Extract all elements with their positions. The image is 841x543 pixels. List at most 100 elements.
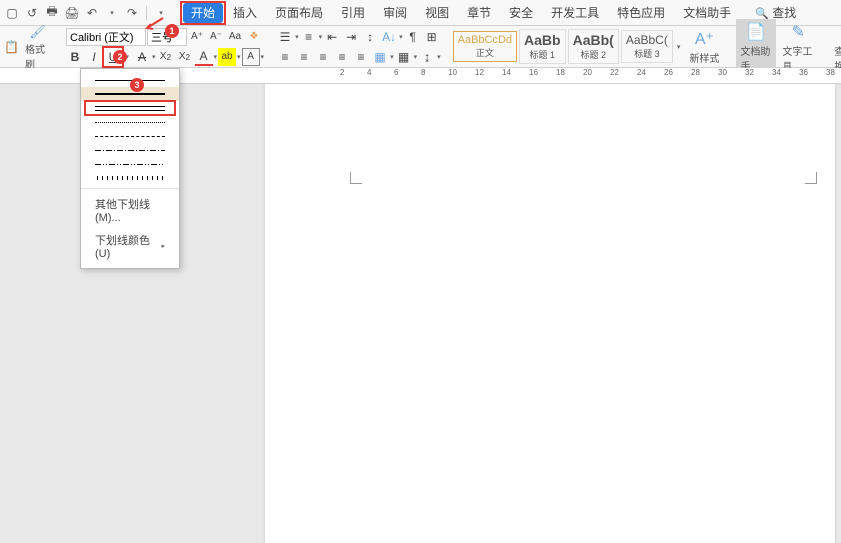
tab-references[interactable]: 引用 — [333, 1, 373, 24]
callout-box-3 — [84, 100, 176, 116]
tab-page-layout[interactable]: 页面布局 — [267, 1, 331, 24]
doc-helper-button[interactable]: 📄 文档助手 — [736, 19, 776, 75]
tab-dev-tools[interactable]: 开发工具 — [543, 1, 607, 24]
redo-icon[interactable]: ↷ — [124, 5, 140, 21]
chevron-right-icon: ▸ — [161, 242, 165, 250]
paragraph-group: ☰▾ ≡▾ ⇤ ⇥ ↕ A↓▾ ¶ ⊞ ≡ ≡ ≡ ≡ ≡ ▦▾ ▦▾ ↨▾ — [276, 28, 441, 66]
font-color-button[interactable]: A — [195, 48, 213, 66]
ruler-tick: 36 — [799, 68, 808, 77]
indent-inc-icon[interactable]: ⇥ — [342, 28, 360, 46]
subscript-button[interactable]: X2 — [157, 48, 175, 66]
find-replace-button[interactable]: 🔍 查找替换 — [830, 19, 841, 75]
styles-gallery: AaBbCcDd 正文 AaBb 标题 1 AaBb( 标题 2 AaBbC( … — [453, 29, 683, 64]
margin-corner-left — [350, 172, 362, 184]
format-painter-label: 格式刷 — [25, 41, 50, 71]
print-icon[interactable]: 🖨 — [64, 5, 80, 21]
tab-review[interactable]: 审阅 — [375, 1, 415, 24]
tab-special-apps[interactable]: 特色应用 — [609, 1, 673, 24]
ruler-tick: 4 — [367, 68, 371, 77]
tabs-icon[interactable]: ⊞ — [423, 28, 441, 46]
text-tool-button[interactable]: ✎ 文字工具 — [778, 19, 818, 75]
ruler-tick: 6 — [394, 68, 398, 77]
ruler-tick: 20 — [583, 68, 592, 77]
ruler-tick: 22 — [610, 68, 619, 77]
ruler-tick: 18 — [556, 68, 565, 77]
align-left-icon[interactable]: ≡ — [276, 48, 294, 66]
document-page[interactable] — [265, 84, 835, 543]
clear-format-icon[interactable]: ❖ — [245, 28, 263, 46]
tab-insert[interactable]: 插入 — [225, 1, 265, 24]
brush-icon: 🖌 — [29, 23, 47, 41]
paragraph-marks-icon[interactable]: ¶ — [404, 28, 422, 46]
font-name-select[interactable] — [66, 28, 146, 46]
bullets-icon[interactable]: ☰ — [276, 28, 294, 46]
ruler-tick: 8 — [421, 68, 425, 77]
underline-dashdotdot[interactable] — [81, 157, 179, 171]
tab-view[interactable]: 视图 — [417, 1, 457, 24]
style-heading3[interactable]: AaBbC( 标题 3 — [621, 30, 673, 63]
paste-icon[interactable]: 📋 — [4, 38, 19, 56]
line-spacing-icon[interactable]: ↕ — [361, 28, 379, 46]
underline-dotted[interactable] — [81, 115, 179, 129]
new-style-icon: A⁺ — [693, 28, 715, 50]
superscript-button[interactable]: X2 — [176, 48, 194, 66]
tab-chapter[interactable]: 章节 — [459, 1, 499, 24]
align-center-icon[interactable]: ≡ — [295, 48, 313, 66]
callout-2: 2 — [113, 50, 127, 64]
new-style-button[interactable]: A⁺ 新样式 — [684, 26, 724, 67]
underline-more[interactable]: 其他下划线(M)... — [81, 192, 179, 228]
align-justify-icon[interactable]: ≡ — [333, 48, 351, 66]
ruler-tick: 38 — [826, 68, 835, 77]
save-icon[interactable]: 🖶 — [44, 5, 60, 21]
tab-doc-helper[interactable]: 文档助手 — [675, 1, 739, 24]
font-increase-icon[interactable]: A⁺ — [188, 28, 206, 46]
char-border-button[interactable]: A — [242, 48, 260, 66]
borders-icon[interactable]: ▦ — [395, 48, 413, 66]
align-right-icon[interactable]: ≡ — [314, 48, 332, 66]
new-doc-icon[interactable]: ▢ — [4, 5, 20, 21]
strike-button[interactable]: A — [133, 48, 151, 66]
para-spacing-icon[interactable]: ↨ — [418, 48, 436, 66]
ruler-tick: 34 — [772, 68, 781, 77]
bold-button[interactable]: B — [66, 48, 84, 66]
text-tool-icon: ✎ — [787, 21, 809, 43]
shading-icon[interactable]: ▦ — [371, 48, 389, 66]
highlight-dropdown-icon[interactable]: ▾ — [237, 53, 241, 61]
style-normal[interactable]: AaBbCcDd 正文 — [453, 31, 517, 62]
highlight-button[interactable]: ab — [218, 48, 236, 66]
underline-double[interactable] — [81, 101, 179, 115]
format-painter-button[interactable]: 🖌 格式刷 — [21, 21, 54, 73]
font-color-dropdown-icon[interactable]: ▾ — [214, 53, 218, 61]
underline-dashed[interactable] — [81, 129, 179, 143]
sort-icon[interactable]: A↓ — [380, 28, 398, 46]
char-border-dropdown-icon[interactable]: ▾ — [261, 53, 265, 61]
callout-box-1 — [180, 1, 226, 25]
ruler-tick: 28 — [691, 68, 700, 77]
menu-separator — [81, 188, 179, 189]
ruler-tick: 12 — [475, 68, 484, 77]
change-case-icon[interactable]: Aa — [226, 28, 244, 46]
undo-dropdown-icon[interactable]: ▾ — [104, 5, 120, 21]
ruler-tick: 32 — [745, 68, 754, 77]
tab-security[interactable]: 安全 — [501, 1, 541, 24]
ruler-tick: 24 — [637, 68, 646, 77]
styles-expand-icon[interactable]: ▾ — [677, 43, 681, 51]
ruler-tick: 2 — [340, 68, 344, 77]
italic-button[interactable]: I — [85, 48, 103, 66]
ruler-tick: 26 — [664, 68, 673, 77]
style-heading2[interactable]: AaBb( 标题 2 — [568, 29, 619, 64]
style-heading1[interactable]: AaBb 标题 1 — [519, 29, 566, 64]
undo-icon[interactable]: ↶ — [84, 5, 100, 21]
numbering-icon[interactable]: ≡ — [300, 28, 318, 46]
align-distribute-icon[interactable]: ≡ — [352, 48, 370, 66]
strike-dropdown-icon[interactable]: ▾ — [152, 53, 156, 61]
underline-dashdot[interactable] — [81, 143, 179, 157]
callout-3: 3 — [130, 78, 144, 92]
callout-1: 1 — [165, 24, 179, 38]
doc-helper-icon: 📄 — [745, 21, 767, 43]
font-decrease-icon[interactable]: A⁻ — [207, 28, 225, 46]
underline-color[interactable]: 下划线颜色(U) ▸ — [81, 228, 179, 264]
indent-dec-icon[interactable]: ⇤ — [323, 28, 341, 46]
underline-wave[interactable] — [81, 171, 179, 185]
open-icon[interactable]: ↺ — [24, 5, 40, 21]
